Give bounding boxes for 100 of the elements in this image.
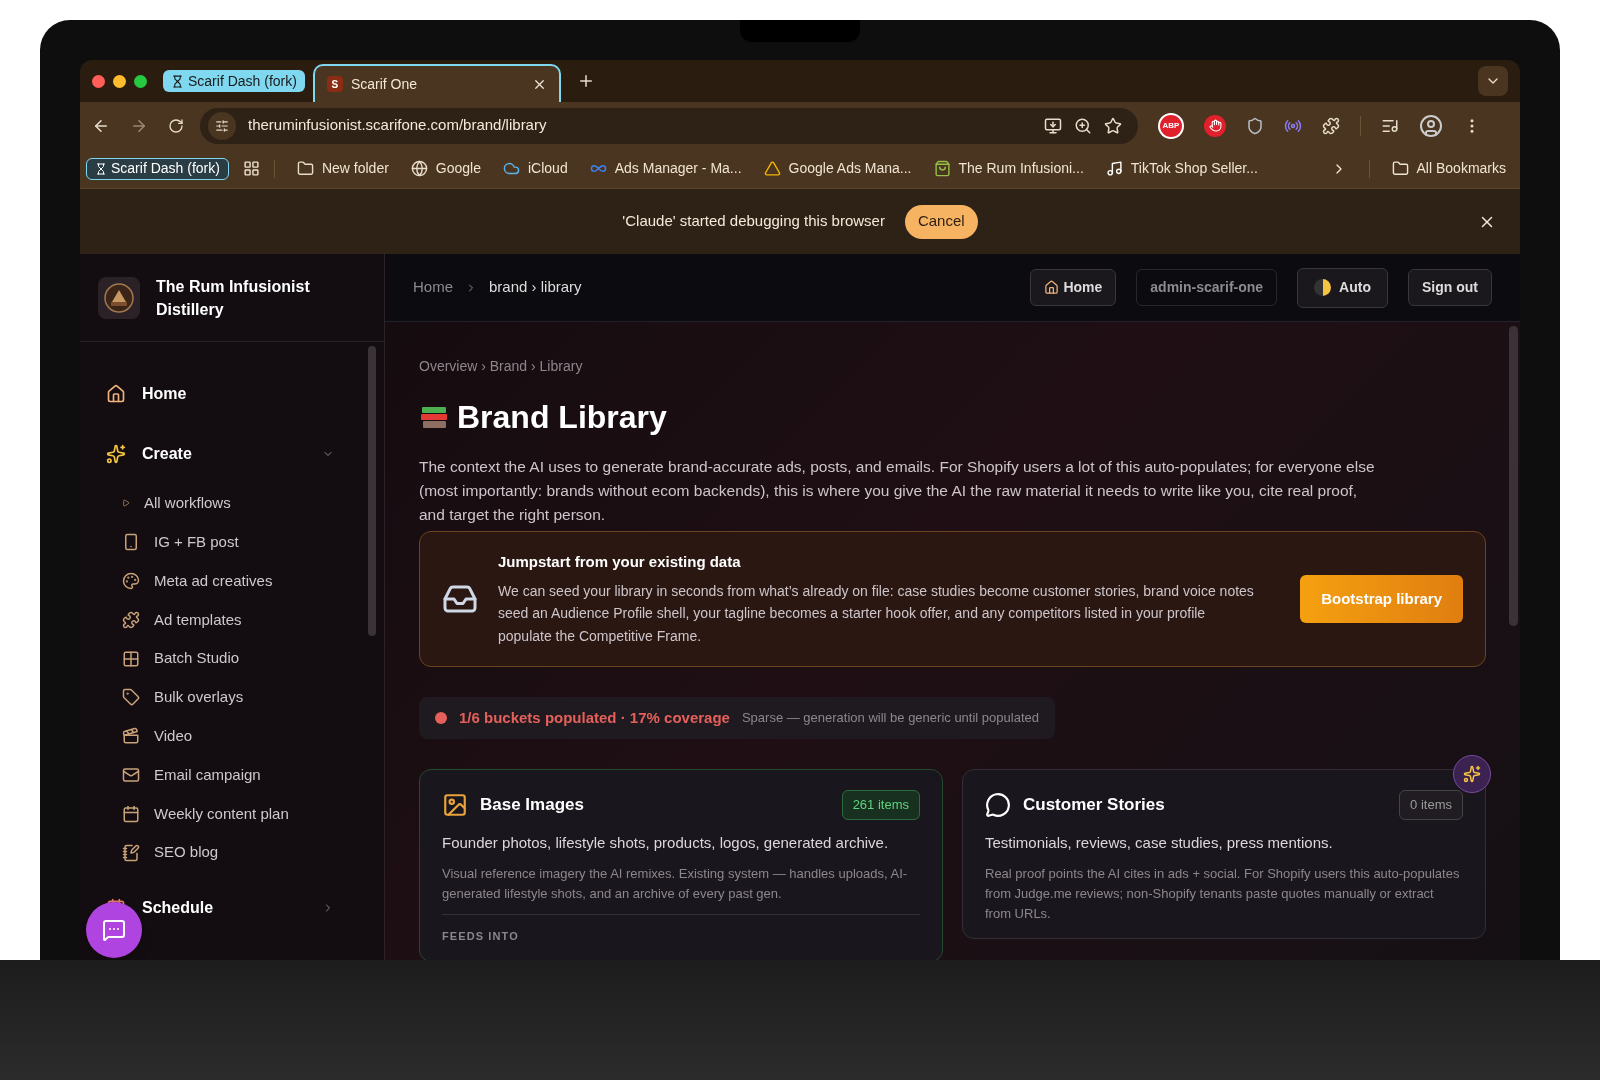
- site-settings-icon[interactable]: [215, 118, 229, 133]
- brand-logo: [98, 276, 140, 319]
- close-window-button[interactable]: [92, 74, 105, 88]
- sidebar-subitem[interactable]: Email campaign: [122, 755, 334, 795]
- house-icon: [106, 384, 126, 404]
- clapperboard-icon: [122, 727, 140, 746]
- all-bookmarks-link[interactable]: All Bookmarks: [1391, 158, 1506, 179]
- folder-icon: [296, 160, 314, 177]
- bookmark-link[interactable]: Ads Manager - Ma...: [589, 158, 742, 179]
- brand-name: The Rum Infusionist Distillery: [156, 276, 311, 320]
- bookmark-link[interactable]: The Rum Infusioni...: [933, 158, 1084, 179]
- coverage-note: Sparse — generation will be generic until populated: [741, 709, 1039, 728]
- bookmark-star-icon[interactable]: [1104, 116, 1122, 135]
- sidebar-subitem[interactable]: Meta ad creatives: [122, 561, 334, 601]
- palette-icon: [122, 572, 140, 590]
- address-bar[interactable]: theruminfusionist.scarifone.com/brand/library: [200, 107, 1138, 144]
- mail-icon: [122, 765, 140, 784]
- header-button[interactable]: Home: [1030, 269, 1117, 306]
- scrollbar[interactable]: [368, 346, 376, 636]
- page-breadcrumb: Overview › Brand › Library: [419, 357, 584, 376]
- speech-bubble-icon: [985, 791, 1011, 818]
- bookmark-group-chip[interactable]: Scarif Dash (fork): [86, 157, 229, 180]
- chat-bubble-icon: [102, 918, 126, 942]
- breadcrumb-link[interactable]: Home: [413, 276, 453, 299]
- sidebar-subitem[interactable]: Video: [122, 716, 334, 756]
- picture-frame-icon: [442, 791, 468, 818]
- item-count-badge: 0 items: [1399, 790, 1463, 820]
- bucket-title: Customer Stories: [1023, 794, 1166, 816]
- adblock-extension-button[interactable]: ABP: [1158, 112, 1184, 139]
- tab-favicon: S: [326, 76, 343, 92]
- play-icon: [122, 499, 130, 508]
- cloud-icon: [503, 160, 520, 177]
- hourglass-icon: [171, 74, 184, 88]
- item-count-badge: 261 items: [841, 790, 920, 820]
- sidebar-subitem[interactable]: Ad templates: [122, 600, 334, 640]
- music-note-icon: [1105, 160, 1123, 177]
- cancel-button[interactable]: Cancel: [904, 204, 978, 239]
- bookmark-link[interactable]: TikTok Shop Seller...: [1105, 158, 1258, 179]
- install-app-icon[interactable]: [1044, 116, 1062, 135]
- extensions-icon[interactable]: [1322, 116, 1340, 135]
- sparkle-button[interactable]: [1453, 755, 1491, 793]
- house-icon: [1044, 280, 1060, 295]
- hourglass-icon: [95, 162, 107, 175]
- hand-extension-icon[interactable]: [1204, 114, 1226, 137]
- zoom-icon[interactable]: [1074, 116, 1092, 135]
- scrollbar[interactable]: [1509, 326, 1518, 626]
- tab-group-chip[interactable]: Scarif Dash (fork): [163, 70, 305, 92]
- intro-text: The context the AI uses to generate brand-accurate ads, posts, and emails. For Shopify users a lot of this auto-populates; for everyone else (most importantly: brands without ecom backends), this is where you give the AI the raw material it needs to write like you, cite real proof, and target the right person.: [419, 457, 1376, 525]
- bookmark-link[interactable]: New folder: [296, 158, 389, 179]
- triangle-icon: [763, 160, 781, 177]
- shield-extension-icon[interactable]: [1246, 116, 1264, 135]
- sparkles-icon: [106, 444, 126, 464]
- calendar-icon: [122, 804, 140, 823]
- bucket-title: Base Images: [480, 794, 585, 816]
- maximize-window-button[interactable]: [134, 74, 147, 88]
- profile-avatar[interactable]: [1419, 113, 1443, 138]
- coverage-status: 1/6 buckets populated · 17% coverage: [459, 707, 730, 728]
- sidebar-subitem[interactable]: Weekly content plan: [122, 794, 334, 834]
- puzzle-icon: [122, 610, 140, 629]
- notebook-icon: [122, 843, 140, 862]
- reload-icon[interactable]: [168, 117, 184, 134]
- debug-message: 'Claude' started debugging this browser: [622, 211, 885, 232]
- tab-title: Scarif One: [350, 74, 419, 94]
- bucket-details: Visual reference imagery the AI remixes. Existing system — handles uploads, AI-generated lifestyle shots, and an archive of every past gen.: [442, 865, 909, 903]
- sidebar-item[interactable]: Schedule: [142, 888, 334, 927]
- bucket-details: Real proof points the AI cites in ads + social. For Shopify users this auto-populates from Judge.me reviews; non-Shopify tenants paste quotes manually or extract from URLs.: [985, 865, 1461, 923]
- jumpstart-title: Jumpstart from your existing data: [498, 552, 742, 572]
- sidebar-subitem[interactable]: Batch Studio: [122, 639, 334, 678]
- bucket-summary: Testimonials, reviews, case studies, press mentions.: [985, 832, 1334, 853]
- apps-grid-icon[interactable]: [242, 160, 260, 177]
- bookmark-link[interactable]: Google: [410, 158, 481, 179]
- sidebar-subitem[interactable]: All workflows: [122, 484, 334, 523]
- sparkles-icon: [1463, 765, 1481, 783]
- sidebar-subitem[interactable]: SEO blog: [122, 833, 334, 872]
- browser-tab[interactable]: S Scarif One: [312, 64, 561, 102]
- sidebar-subitem[interactable]: Bulk overlays: [122, 678, 334, 717]
- globe-icon: [410, 160, 428, 177]
- half-moon-icon: [1314, 279, 1332, 296]
- feeds-into-label: FEEDS INTO: [442, 930, 519, 942]
- page-title: Brand Library: [457, 398, 667, 437]
- shopping-bag-icon: [933, 160, 951, 177]
- sidebar-subitem[interactable]: IG + FB post: [122, 522, 334, 562]
- bookmark-link[interactable]: iCloud: [503, 158, 568, 179]
- bucket-summary: Founder photos, lifestyle shots, products, logos, generated archive.: [442, 832, 890, 853]
- tag-icon: [122, 688, 140, 707]
- sidebar-item[interactable]: Create: [142, 435, 334, 473]
- sidebar-item[interactable]: Home: [142, 375, 334, 413]
- chat-button[interactable]: [86, 902, 142, 958]
- tab-search-button[interactable]: [1478, 66, 1508, 96]
- account-chip[interactable]: admin-scarif-one: [1136, 269, 1278, 306]
- minimize-window-button[interactable]: [113, 74, 126, 88]
- bookmark-link[interactable]: Google Ads Mana...: [763, 158, 912, 179]
- url-text: theruminfusionist.scarifone.com/brand/library: [248, 115, 548, 136]
- phone-icon: [122, 533, 140, 552]
- header-button[interactable]: Auto: [1297, 267, 1388, 308]
- breadcrumb-current: brand › library: [489, 277, 582, 298]
- header-button[interactable]: Sign out: [1408, 269, 1492, 306]
- grid-icon: [122, 649, 140, 668]
- folder-icon: [1391, 160, 1409, 177]
- jumpstart-text: We can seed your library in seconds from what’s already on file: case studies become customer stories, brand voice notes seed an Audience Profile shell, your tagline becomes a starter hook offer, and any competitors listed in your profile populate the Competitive Frame.: [498, 581, 1255, 646]
